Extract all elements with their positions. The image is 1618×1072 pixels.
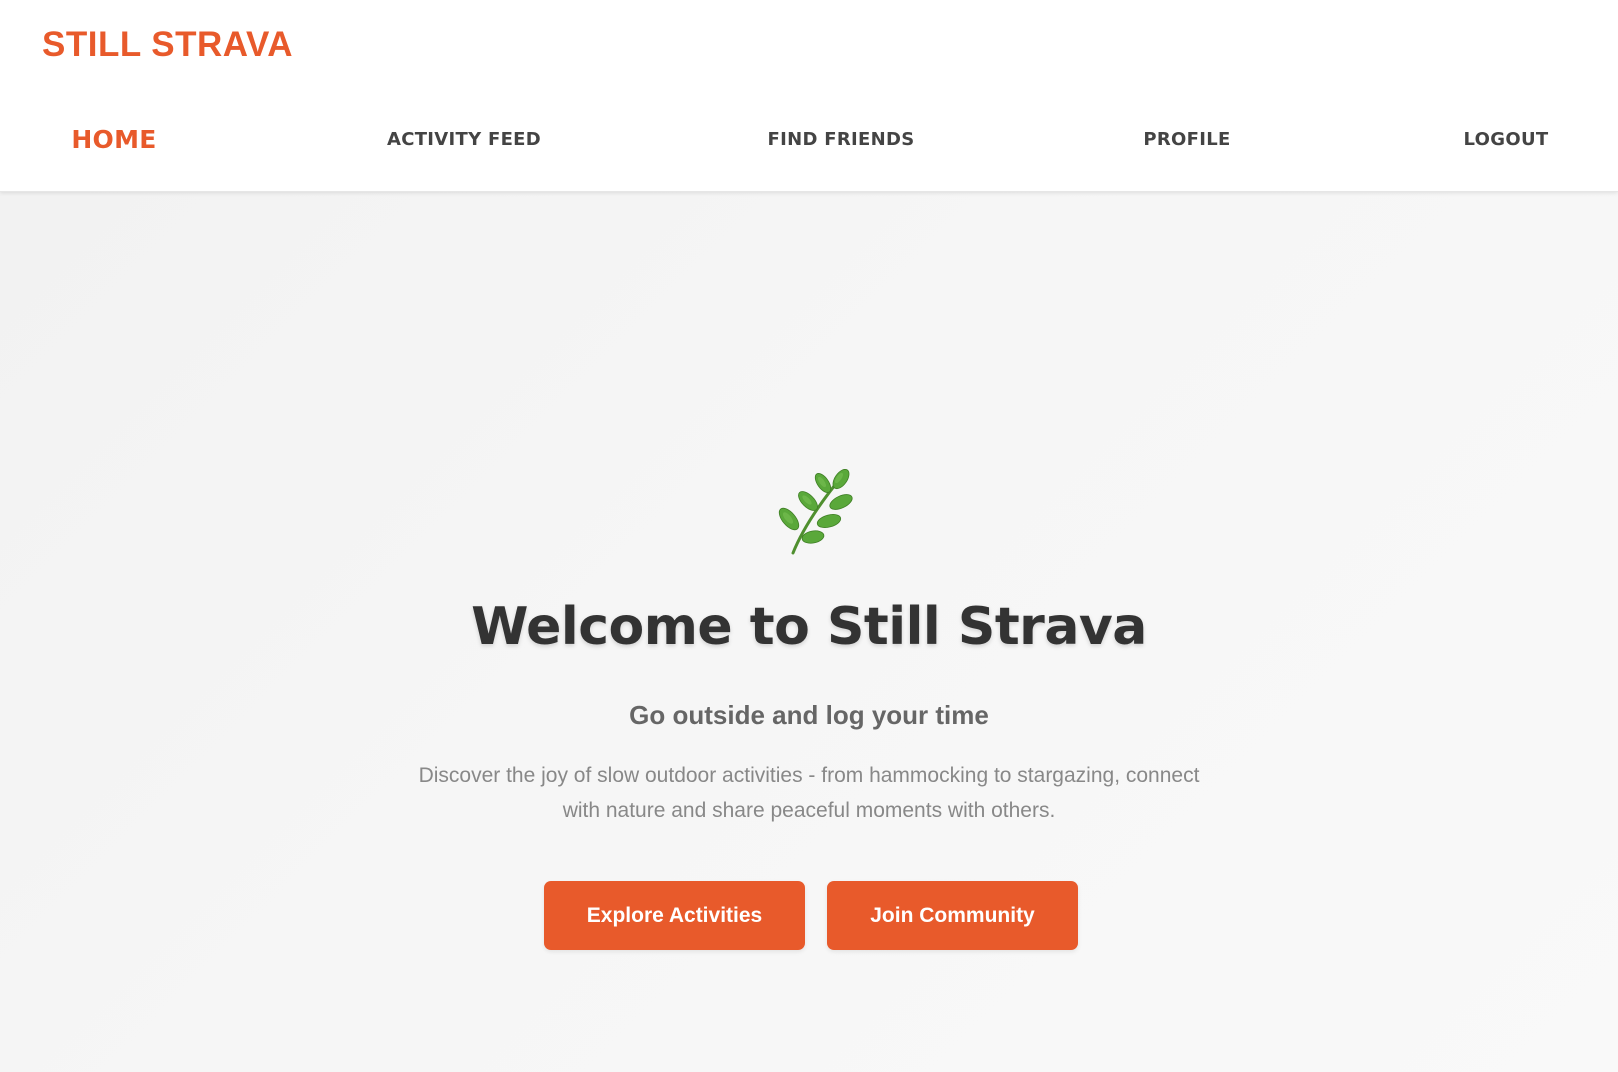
logo[interactable]: STILL STRAVA <box>42 22 298 66</box>
still-strava-logo: STILL STRAVA <box>42 26 293 62</box>
join-community-button[interactable]: Join Community <box>827 881 1078 950</box>
nav-find-friends[interactable]: FIND FRIENDS <box>768 122 915 158</box>
logo-text: STILL STRAVA <box>42 26 293 62</box>
nav-activity-feed[interactable]: ACTIVITY FEED <box>387 122 541 158</box>
hero-description: Discover the joy of slow outdoor activit… <box>418 764 1200 822</box>
hero-section: Welcome to Still Strava Go outside and l… <box>0 191 1618 1072</box>
nav-home[interactable]: HOME <box>71 122 156 158</box>
hero-title: Welcome to Still Strava <box>471 597 1147 657</box>
explore-activities-button[interactable]: Explore Activities <box>544 881 805 950</box>
nav-profile[interactable]: PROFILE <box>1143 122 1230 158</box>
main-nav: HOME ACTIVITY FEED FIND FRIENDS PROFILE … <box>0 100 1618 180</box>
page: STILL STRAVA HOME ACTIVITY FEED FIND FRI… <box>0 0 1618 1072</box>
hero-subtitle: Go outside and log your time <box>629 700 989 730</box>
site-header: STILL STRAVA HOME ACTIVITY FEED FIND FRI… <box>0 0 1618 192</box>
herb-leaf-icon <box>778 469 853 555</box>
nav-logout[interactable]: LOGOUT <box>1464 122 1549 158</box>
